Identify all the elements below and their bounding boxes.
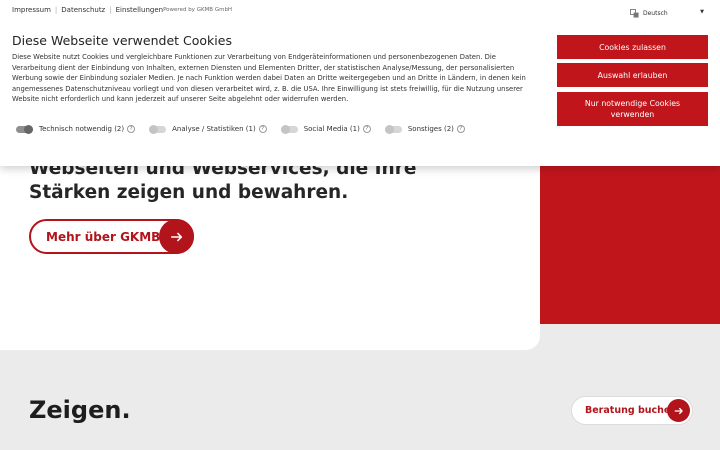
cookie-category-toggles: Technisch notwendig (2) ? Analyse / Stat… <box>16 124 479 134</box>
powered-by-text: Powered by GKMB GmbH <box>163 7 233 13</box>
imprint-link[interactable]: Impressum <box>12 6 51 14</box>
toggle-switch-social-media[interactable] <box>280 124 298 134</box>
accept-cookies-button[interactable]: Cookies zulassen <box>557 35 708 59</box>
language-select[interactable]: Deutsch ▼ <box>630 7 706 19</box>
help-icon[interactable]: ? <box>456 125 465 133</box>
help-icon[interactable]: ? <box>362 125 371 133</box>
toggle-other: Sonstiges (2) ? <box>384 124 465 134</box>
toggle-switch-analytics[interactable] <box>149 124 167 134</box>
toggle-switch-technically-necessary[interactable] <box>16 124 33 134</box>
privacy-link[interactable]: Datenschutz <box>61 6 105 14</box>
hero-heading-line-2: Stärken zeigen und bewahren. <box>29 182 349 203</box>
language-selected: Deutsch <box>643 9 668 17</box>
toggle-label: Analyse / Statistiken (1) <box>172 125 256 133</box>
toggle-switch-other[interactable] <box>384 124 402 134</box>
translate-icon <box>630 8 639 18</box>
arrow-right-icon <box>667 399 690 422</box>
more-about-gkmb-button[interactable]: Mehr über GKMB <box>29 219 194 254</box>
toggle-label: Sonstiges (2) <box>407 125 454 133</box>
help-icon[interactable]: ? <box>127 125 136 133</box>
chevron-down-icon: ▼ <box>700 9 704 15</box>
arrow-right-icon <box>159 219 194 254</box>
settings-link[interactable]: Einstellungen <box>116 6 163 14</box>
toggle-analytics: Analyse / Statistiken (1) ? <box>149 124 267 134</box>
cookie-banner: Impressum | Datenschutz | Einstellungen … <box>0 0 720 166</box>
cookie-description: Diese Website nutzt Cookies und vergleic… <box>12 53 526 104</box>
section-heading: Zeigen. <box>29 396 131 424</box>
nav-separator: | <box>54 6 58 14</box>
book-consultation-button[interactable]: Beratung buchen <box>572 397 692 424</box>
toggle-label: Technisch notwendig (2) <box>39 125 125 133</box>
nav-separator: | <box>109 6 112 14</box>
toggle-technically-necessary: Technisch notwendig (2) ? <box>16 124 136 134</box>
cookie-title: Diese Webseite verwendet Cookies <box>12 33 232 48</box>
book-consultation-label: Beratung buchen <box>585 405 678 416</box>
toggle-social-media: Social Media (1) ? <box>280 124 371 134</box>
help-icon[interactable]: ? <box>258 125 267 133</box>
more-about-gkmb-label: Mehr über GKMB <box>46 229 161 244</box>
necessary-only-button[interactable]: Nur notwendige Cookies verwenden <box>557 92 708 126</box>
allow-selection-button[interactable]: Auswahl erlauben <box>557 63 708 87</box>
cookie-top-nav: Impressum | Datenschutz | Einstellungen … <box>12 6 232 14</box>
toggle-label: Social Media (1) <box>303 125 360 133</box>
